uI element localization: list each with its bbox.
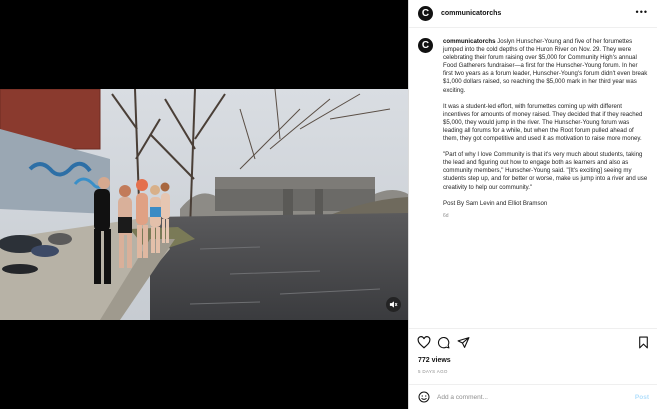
post-header: C communicatorchs ••• <box>409 0 657 28</box>
views-count[interactable]: 772 views <box>418 357 451 364</box>
caption-credit: Post By Sam Levin and Elliot Bramson <box>443 199 548 207</box>
heart-icon[interactable] <box>417 336 431 349</box>
video-player[interactable] <box>0 89 408 320</box>
send-icon[interactable] <box>457 336 470 349</box>
more-icon[interactable]: ••• <box>636 8 648 17</box>
avatar-letter: C <box>421 7 430 19</box>
caption-age: 6d <box>443 212 449 219</box>
caption-username[interactable]: communicatorchs <box>443 38 496 45</box>
emoji-icon[interactable] <box>418 391 430 403</box>
caption-paragraph: communicatorchs Joslyn Hunscher-Young an… <box>443 38 649 95</box>
caption-text: Joslyn Hunscher-Young and five of her fo… <box>443 38 648 94</box>
video-frame <box>0 89 408 320</box>
header-username[interactable]: communicatorchs <box>441 10 501 17</box>
comment-icon[interactable] <box>437 336 450 349</box>
caption-avatar[interactable]: C <box>418 38 433 53</box>
post-panel: C communicatorchs ••• C communicatorchs … <box>408 0 657 409</box>
post-button[interactable]: Post <box>635 394 649 401</box>
muted-speaker-icon <box>389 301 398 308</box>
comment-bar: Post <box>409 384 657 409</box>
avatar[interactable]: C <box>418 6 433 21</box>
caption-paragraph: "Part of why I love Community is that it… <box>443 151 648 191</box>
caption-paragraph: It was a student-led effort, with forume… <box>443 102 643 143</box>
bookmark-icon[interactable] <box>638 336 649 349</box>
caption-avatar-letter: C <box>421 39 430 51</box>
media-area <box>0 0 408 409</box>
caption: communicatorchs Joslyn Hunscher-Young an… <box>443 38 649 220</box>
comment-input[interactable] <box>437 392 607 403</box>
posted-time: 5 DAYS AGO <box>418 369 448 374</box>
mute-button[interactable] <box>386 297 401 312</box>
